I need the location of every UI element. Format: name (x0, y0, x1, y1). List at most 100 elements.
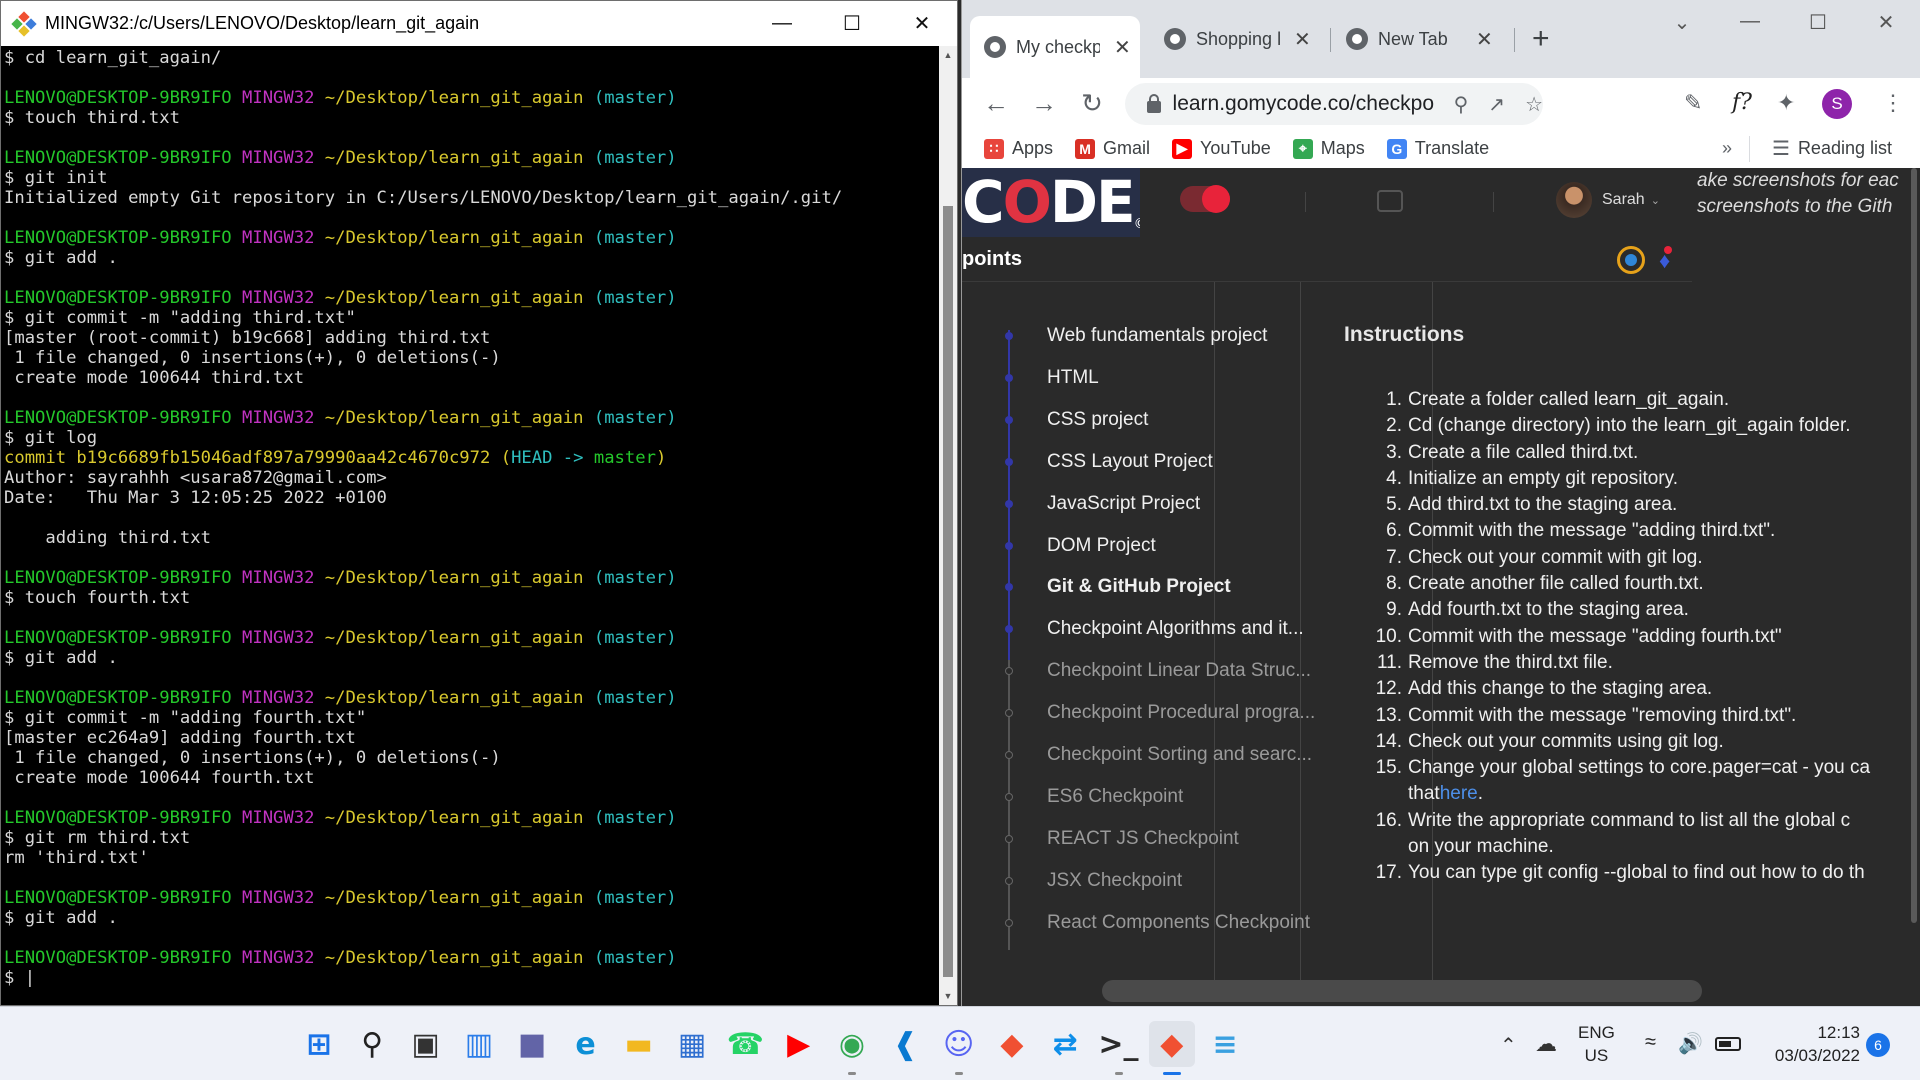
terminal-line: LENOVO@DESKTOP-9BR9IFO MINGW32 ~/Desktop… (4, 808, 939, 828)
checkpoint-item[interactable]: React Components Checkpoint (962, 908, 1362, 938)
bookmark-gmail[interactable]: M Gmail (1075, 138, 1150, 159)
tab-shopping-list[interactable]: Shopping list ✕ (1150, 20, 1320, 58)
checkpoint-item[interactable]: Checkpoint Algorithms and it... (962, 614, 1362, 644)
task-view-icon[interactable]: ▣ (403, 1021, 449, 1067)
chat-icon[interactable] (1377, 190, 1403, 212)
bookmark-maps[interactable]: ⌖ Maps (1292, 138, 1365, 159)
checkpoint-item[interactable]: Checkpoint Linear Data Struc... (962, 656, 1362, 686)
bell-icon[interactable]: ♦ (1659, 246, 1673, 274)
bookmark-youtube[interactable]: ▶ YouTube (1172, 138, 1271, 159)
maximize-button[interactable]: ☐ (817, 1, 887, 46)
checkpoint-item[interactable]: CSS project (962, 405, 1362, 435)
formula-extension-icon[interactable]: f? (1732, 90, 1752, 115)
minimize-button[interactable]: — (747, 1, 817, 46)
scroll-down-icon[interactable]: ▼ (939, 987, 957, 1005)
close-button[interactable]: ✕ (1852, 10, 1920, 35)
bookmark-label: Translate (1414, 138, 1490, 158)
checkpoint-item[interactable]: JavaScript Project (962, 489, 1362, 519)
wifi-icon[interactable]: ≈ (1645, 1031, 1656, 1054)
checkpoint-item[interactable]: Git & GitHub Project (962, 572, 1362, 602)
bookmark-apps[interactable]: ∷ Apps (984, 138, 1053, 159)
running-indicator (848, 1072, 856, 1075)
git-bash-icon[interactable]: ◆ (1148, 1021, 1195, 1075)
clock[interactable]: 12:13 03/03/2022 (1760, 1021, 1860, 1067)
reading-list-button[interactable]: ☰ Reading list (1772, 136, 1892, 161)
minimize-button[interactable]: — (1716, 10, 1784, 35)
git-gui-icon[interactable]: ◆ (989, 1021, 1035, 1067)
youtube-app-icon[interactable]: ▶ (776, 1021, 822, 1067)
more-bookmarks-icon[interactable]: » (1722, 138, 1732, 159)
tab-new-tab[interactable]: New Tab ✕ (1332, 20, 1502, 58)
instruction-text: Create another file called fourth.txt. (1408, 573, 1704, 595)
whatsapp-icon[interactable]: ☎ (722, 1021, 768, 1067)
scrollbar-thumb[interactable] (943, 206, 953, 977)
theme-toggle[interactable] (1180, 185, 1230, 213)
vertical-scrollbar[interactable] (1911, 168, 1917, 923)
checkpoint-item[interactable]: JSX Checkpoint (962, 866, 1362, 896)
timeline-dot (1005, 625, 1013, 634)
checkpoint-item[interactable]: DOM Project (962, 531, 1362, 561)
show-hidden-icons-icon[interactable]: ⌃ (1500, 1033, 1517, 1058)
edge-icon[interactable]: e (563, 1021, 609, 1067)
checkpoint-item[interactable]: ES6 Checkpoint (962, 782, 1362, 812)
battery-icon[interactable] (1715, 1037, 1741, 1051)
start-icon[interactable]: ⊞ (296, 1021, 342, 1067)
checkpoint-label: React Components Checkpoint (1047, 911, 1310, 933)
bookmark-translate[interactable]: G Translate (1386, 138, 1490, 159)
refresh-points-icon[interactable] (1617, 246, 1645, 274)
instruction-text: Remove the third.txt file. (1408, 651, 1613, 673)
checkpoint-item[interactable]: REACT JS Checkpoint (962, 824, 1362, 854)
notification-badge[interactable]: 6 (1866, 1033, 1890, 1057)
gomycode-logo[interactable]: CODE© (962, 168, 1140, 237)
terminal-line: LENOVO@DESKTOP-9BR9IFO MINGW32 ~/Desktop… (4, 628, 939, 648)
maximize-button[interactable]: ☐ (1784, 10, 1852, 35)
reload-icon[interactable]: ↻ (1068, 88, 1116, 119)
teamviewer-icon[interactable]: ⇄ (1042, 1021, 1088, 1067)
chrome-icon[interactable]: ◉ (829, 1021, 875, 1075)
scroll-up-icon[interactable]: ▲ (939, 46, 957, 64)
store-icon[interactable]: ▦ (669, 1021, 715, 1067)
checkpoint-item[interactable]: Checkpoint Procedural progra... (962, 698, 1362, 728)
search-icon[interactable]: ⚲ (349, 1021, 395, 1067)
onedrive-icon[interactable]: ☁ (1535, 1031, 1557, 1057)
close-button[interactable]: ✕ (887, 1, 957, 46)
tab-search-icon[interactable]: ⌄ (1648, 10, 1716, 35)
close-tab-icon[interactable]: ✕ (1476, 27, 1493, 52)
back-icon[interactable]: ← (972, 88, 1020, 119)
close-tab-icon[interactable]: ✕ (1114, 35, 1131, 60)
profile-avatar[interactable]: S (1822, 89, 1852, 119)
terminal-icon[interactable]: >_ (1096, 1021, 1142, 1075)
share-icon[interactable]: ↗ (1488, 92, 1505, 117)
checkpoint-item[interactable]: CSS Layout Project (962, 447, 1362, 477)
address-bar[interactable]: learn.gomycode.co/checkpoints/9... ⚲ ↗ ☆ (1125, 83, 1543, 125)
widgets-icon[interactable]: ▥ (456, 1021, 502, 1067)
checkpoint-item[interactable]: Web fundamentals project (962, 321, 1362, 351)
vscode-icon[interactable]: ❰ (882, 1021, 928, 1067)
notepad-icon[interactable]: ≡ (1202, 1021, 1248, 1067)
extensions-puzzle-icon[interactable]: ✦ (1777, 90, 1795, 116)
eyedropper-extension-icon[interactable]: ✎ (1684, 90, 1702, 116)
close-tab-icon[interactable]: ✕ (1294, 27, 1311, 52)
terminal-title-bar[interactable]: MINGW32:/c/Users/LENOVO/Desktop/learn_gi… (1, 1, 957, 46)
bookmark-star-icon[interactable]: ☆ (1525, 92, 1543, 117)
promo-line: screenshots to the Gith (1697, 196, 1893, 217)
horizontal-scrollbar[interactable] (1102, 980, 1702, 1002)
zoom-icon[interactable]: ⚲ (1454, 92, 1469, 117)
menu-kebab-icon[interactable]: ⋮ (1882, 90, 1904, 116)
language-indicator[interactable]: ENG US (1578, 1021, 1615, 1067)
instruction-number: 14. (1375, 730, 1402, 752)
file-explorer-icon[interactable]: ▬ (616, 1021, 662, 1067)
user-menu[interactable]: Sarah ⌄ (1556, 182, 1660, 218)
volume-icon[interactable]: 🔊 (1678, 1031, 1703, 1056)
new-tab-button[interactable]: + (1532, 22, 1550, 56)
instruction-link[interactable]: here (1440, 781, 1478, 807)
terminal-scrollbar[interactable]: ▲ ▼ (939, 46, 957, 1005)
checkpoint-item[interactable]: Checkpoint Sorting and searc... (962, 740, 1362, 770)
checkpoint-item[interactable]: HTML (962, 363, 1362, 393)
discord-icon[interactable]: ☺ (936, 1021, 982, 1075)
teams-chat-icon[interactable]: ■ (509, 1021, 555, 1067)
terminal-output[interactable]: $ cd learn_git_again/LENOVO@DESKTOP-9BR9… (1, 46, 939, 1005)
tab-divider (1514, 28, 1515, 52)
forward-icon[interactable]: → (1020, 88, 1068, 119)
tab-my-checkpoints[interactable]: My checkpoints ✕ (970, 16, 1140, 78)
